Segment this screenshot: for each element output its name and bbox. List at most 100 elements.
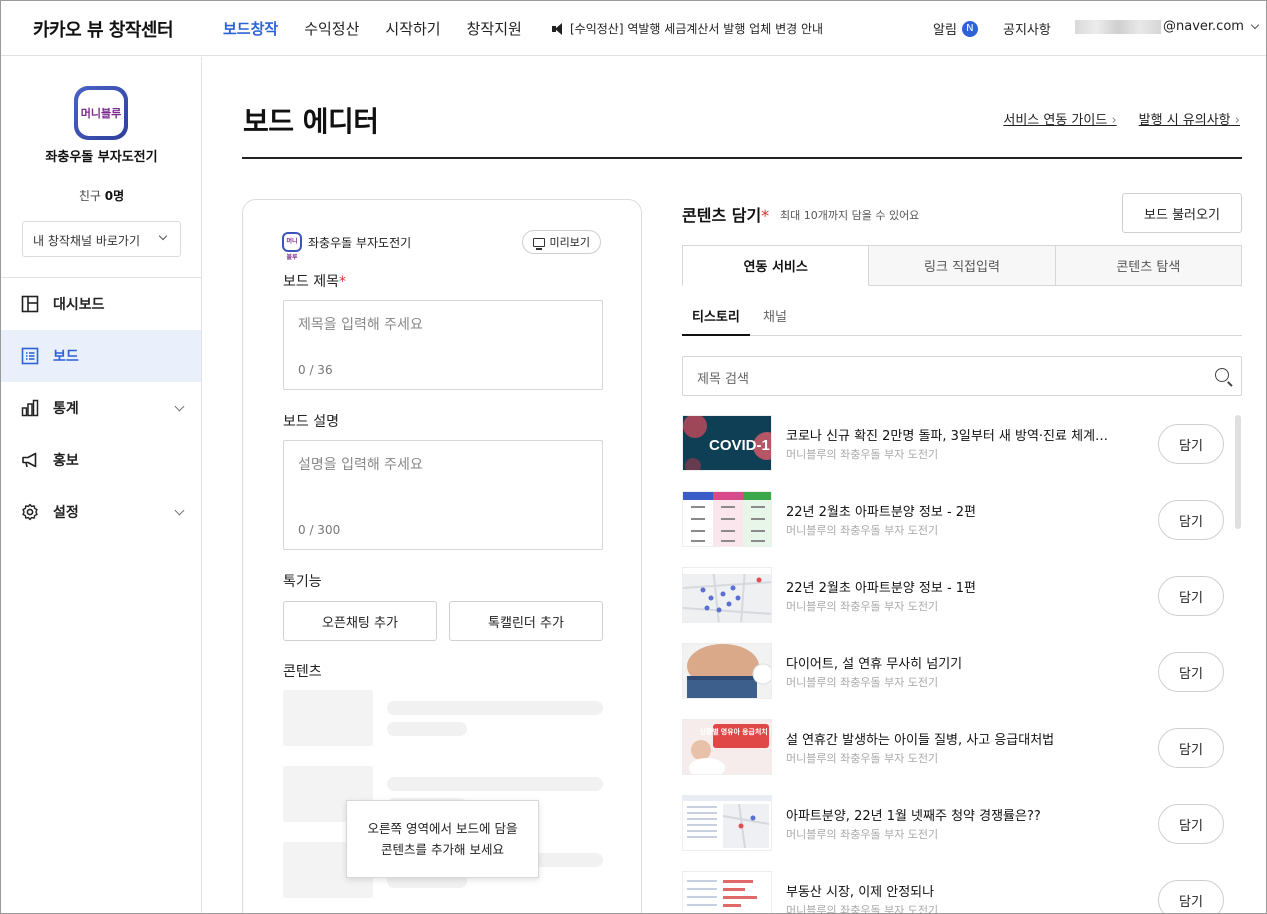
thumb-text: COVID-1 — [709, 437, 770, 454]
item-title[interactable]: 설 연휴간 발생하는 아이들 질병, 사고 응급대처법 — [786, 729, 1136, 748]
chevron-down-icon — [174, 505, 185, 516]
load-board-button[interactable]: 보드 불러오기 — [1122, 193, 1242, 233]
desc-label: 보드 설명 — [283, 414, 339, 430]
thumbnail — [682, 567, 772, 623]
content-placeholder-line — [387, 701, 603, 715]
list-item: 22년 2월초 아파트분양 정보 - 1편 머니블루의 좌충우돌 부자 도전기 … — [682, 567, 1242, 623]
top-bar: 카카오 뷰 창작센터 보드창작 수익정산 시작하기 창작지원 [수익정산] 역발… — [1, 1, 1266, 56]
list-item: 다이어트, 설 연휴 무사히 넘기기 머니블루의 좌충우돌 부자 도전기 담기 — [682, 643, 1242, 699]
sidebar-item-label: 홍보 — [53, 453, 79, 469]
content-panel-subtitle: 최대 10개까지 담을 수 있어요 — [780, 209, 920, 222]
item-title[interactable]: 다이어트, 설 연휴 무사히 넘기기 — [786, 653, 1136, 672]
brand-logo[interactable]: 카카오 뷰 창작센터 — [33, 16, 174, 42]
add-content-button[interactable]: 담기 — [1158, 576, 1224, 616]
item-title[interactable]: 부동산 시장, 이제 안정되나 — [786, 881, 1136, 900]
gear-icon — [21, 503, 39, 521]
notice-banner[interactable]: [수익정산] 역발행 세금계산서 발행 업체 변경 안내 — [552, 20, 823, 37]
search-icon[interactable] — [1215, 368, 1229, 382]
preview-button[interactable]: 미리보기 — [521, 230, 601, 254]
item-title[interactable]: 22년 2월초 아파트분양 정보 - 2편 — [786, 501, 1136, 520]
account-domain: @naver.com — [1163, 19, 1244, 34]
chevron-down-icon — [1250, 20, 1260, 30]
search-placeholder: 제목 검색 — [697, 372, 749, 387]
subtab-tistory[interactable]: 티스토리 — [682, 306, 750, 336]
nav-board-create[interactable]: 보드창작 — [223, 18, 278, 39]
alarm-button[interactable]: 알림 N — [933, 19, 978, 38]
thumbnail — [682, 643, 772, 699]
page-title: 보드 에디터 — [243, 105, 379, 138]
add-content-button[interactable]: 담기 — [1158, 728, 1224, 768]
item-title[interactable]: 코로나 신규 확진 2만명 돌파, 3일부터 새 방역·진료 체계… — [786, 425, 1136, 444]
friends-value: 0명 — [104, 189, 125, 203]
nav-support[interactable]: 창작지원 — [467, 18, 522, 39]
monitor-icon — [532, 237, 545, 250]
nav-getting-started[interactable]: 시작하기 — [385, 18, 440, 39]
sidebar-item-board[interactable]: 보드 — [1, 330, 201, 382]
content-placeholder-line — [387, 777, 603, 791]
add-content-button[interactable]: 담기 — [1158, 500, 1224, 540]
speaker-icon — [552, 22, 565, 35]
item-source: 머니블루의 좌충우돌 부자 도전기 — [786, 752, 939, 765]
add-content-button[interactable]: 담기 — [1158, 804, 1224, 844]
item-source: 머니블루의 좌충우돌 부자 도전기 — [786, 524, 939, 537]
tooltip-line: 오른쪽 영역에서 보드에 담을 — [367, 821, 518, 836]
publish-notes-link[interactable]: 발행 시 유의사항 — [1139, 109, 1240, 128]
tooltip-line: 콘텐츠를 추가해 보세요 — [381, 842, 504, 857]
notices-link[interactable]: 공지사항 — [1003, 19, 1051, 38]
sidebar-item-label: 통계 — [53, 401, 79, 417]
sidebar-item-dashboard[interactable]: 대시보드 — [1, 278, 201, 330]
add-content-button[interactable]: 담기 — [1158, 424, 1224, 464]
sidebar-item-settings[interactable]: 설정 — [1, 486, 201, 538]
calendar-add-button[interactable]: 톡캘린더 추가 — [449, 601, 603, 641]
service-guide-link[interactable]: 서비스 연동 가이드 — [1003, 109, 1116, 128]
dashboard-icon — [21, 295, 39, 313]
channel-logo-text: 머니블루 — [78, 90, 124, 136]
list-item: 상황별 영유아 응급처치 방법 설 연휴간 발생하는 아이들 질병, 사고 응급… — [682, 719, 1242, 775]
source-tabs: 연동 서비스 링크 직접입력 콘텐츠 탐색 — [682, 245, 1242, 286]
channel-logo-small-text: 머니블루 — [284, 234, 300, 261]
thumbnail: COVID-1 — [682, 415, 772, 471]
channel-select-label: 내 창작채널 바로가기 — [33, 234, 140, 248]
content-placeholder-thumb — [283, 690, 373, 746]
tab-content-explore[interactable]: 콘텐츠 탐색 — [1055, 245, 1242, 286]
channel-name: 좌충우돌 부자도전기 — [45, 150, 158, 165]
add-content-button[interactable]: 담기 — [1158, 652, 1224, 692]
friends-label: 친구 — [78, 189, 101, 203]
list-scrollbar[interactable] — [1235, 415, 1241, 529]
board-title-input[interactable]: 제목을 입력해 주세요 0 / 36 — [283, 300, 603, 390]
preview-label: 미리보기 — [549, 236, 590, 249]
thumbnail: 상황별 영유아 응급처치 방법 — [682, 719, 772, 775]
sidebar-item-promotion[interactable]: 홍보 — [1, 434, 201, 486]
list-item: 22년 2월초 아파트분양 정보 - 2편 머니블루의 좌충우돌 부자 도전기 … — [682, 491, 1242, 547]
main-nav: 보드창작 수익정산 시작하기 창작지원 — [223, 18, 522, 39]
friends-count: 친구 0명 — [1, 187, 202, 204]
item-title[interactable]: 22년 2월초 아파트분양 정보 - 1편 — [786, 577, 1136, 596]
title-label-text: 보드 제목 — [283, 274, 339, 290]
required-mark: * — [338, 274, 346, 290]
features-label: 톡기능 — [283, 574, 322, 590]
subtab-channel[interactable]: 채널 — [763, 306, 787, 325]
tab-direct-link[interactable]: 링크 직접입력 — [869, 245, 1056, 286]
content-panel-title-text: 콘텐츠 담기 — [682, 206, 762, 225]
notice-text[interactable]: [수익정산] 역발행 세금계산서 발행 업체 변경 안내 — [570, 20, 823, 37]
thumbnail — [682, 795, 772, 851]
item-title[interactable]: 아파트분양, 22년 1월 넷째주 청약 경쟁률은?? — [786, 805, 1136, 824]
list-item: 부동산 시장, 이제 안정되나 머니블루의 좌충우돌 부자 도전기 담기 — [682, 871, 1242, 913]
new-badge: N — [961, 20, 978, 37]
nav-revenue[interactable]: 수익정산 — [304, 18, 359, 39]
tab-linked-service[interactable]: 연동 서비스 — [682, 245, 870, 286]
sidebar-item-stats[interactable]: 통계 — [1, 382, 201, 434]
guide-links: 서비스 연동 가이드 발행 시 유의사항 — [1003, 109, 1240, 128]
item-source: 머니블루의 좌충우돌 부자 도전기 — [786, 828, 939, 841]
editor-channel-name: 좌충우돌 부자도전기 — [308, 235, 412, 250]
required-mark: * — [761, 206, 770, 225]
channel-logo-small: 머니블루 — [282, 232, 302, 261]
channel-select[interactable]: 내 창작채널 바로가기 — [22, 221, 181, 257]
alarm-label: 알림 — [933, 23, 957, 38]
account-menu[interactable]: @naver.com — [1075, 19, 1260, 34]
title-search-input[interactable]: 제목 검색 — [682, 356, 1242, 396]
board-description-input[interactable]: 설명을 입력해 주세요 0 / 300 — [283, 440, 603, 550]
contents-label: 콘텐츠 — [283, 664, 322, 680]
add-content-button[interactable]: 담기 — [1158, 880, 1224, 913]
open-chat-add-button[interactable]: 오픈채팅 추가 — [283, 601, 437, 641]
